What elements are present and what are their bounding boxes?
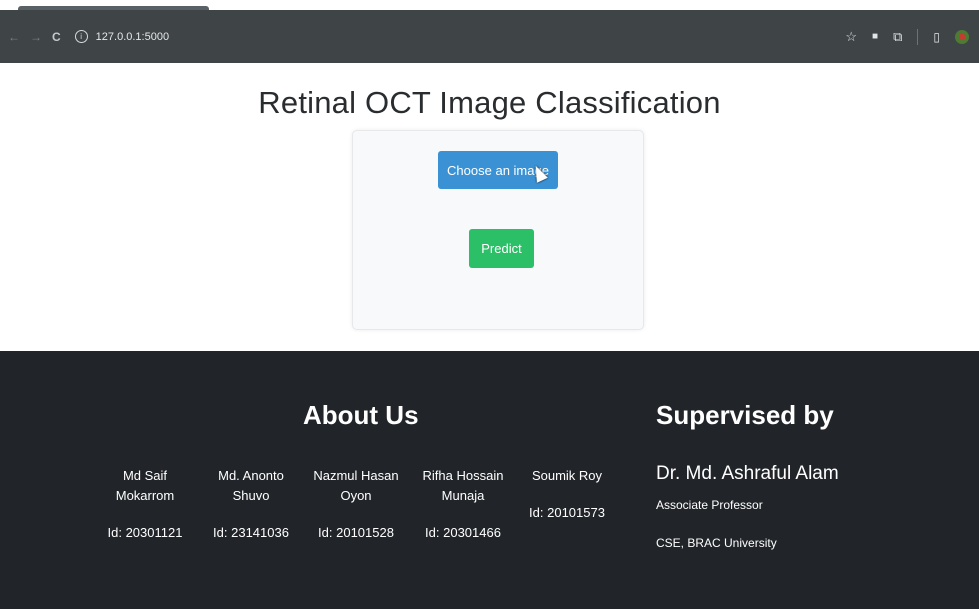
extension-icon[interactable]: ■ <box>872 31 878 42</box>
team-member: Soumik Roy Id: 20101573 <box>517 466 617 523</box>
member-id: Id: 23141036 <box>213 525 289 540</box>
nav-buttons: ← → C <box>8 30 71 44</box>
team-member: Rifha Hossain Munaja Id: 20301466 <box>413 466 513 543</box>
bookmark-star-icon[interactable]: ☆ <box>845 29 857 45</box>
member-name-line2: Shuvo <box>232 488 270 503</box>
about-us-heading: About Us <box>303 400 419 430</box>
team-member: Nazmul Hasan Oyon Id: 20101528 <box>306 466 406 543</box>
footer: About Us Supervised by Md Saif Mokarrom … <box>0 351 979 609</box>
address-text[interactable]: 127.0.0.1:5000 <box>96 31 169 43</box>
member-name-line2: Munaja <box>441 488 485 503</box>
upload-card: Choose an image Predict <box>352 130 644 330</box>
supervisor-name: Dr. Md. Ashraful Alam <box>656 463 839 484</box>
member-id: Id: 20301121 <box>107 525 183 540</box>
side-panel-icon[interactable]: ▯ <box>933 30 940 44</box>
reload-icon[interactable]: C <box>52 30 61 44</box>
puzzle-icon[interactable]: ⧉ <box>893 29 902 45</box>
toolbar-separator <box>917 28 919 45</box>
team-member: Md. Anonto Shuvo Id: 23141036 <box>201 466 301 543</box>
member-id: Id: 20101573 <box>529 505 605 520</box>
member-name-line1: Md. Anonto <box>218 468 284 483</box>
browser-toolbar: ← → C i 127.0.0.1:5000 ☆ ■ ⧉ ▯ <box>0 10 979 63</box>
supervised-by-heading: Supervised by <box>656 400 834 430</box>
address-bar[interactable]: i 127.0.0.1:5000 <box>74 30 169 43</box>
member-name-line1: Nazmul Hasan <box>313 468 399 483</box>
profile-avatar-icon[interactable] <box>955 29 969 44</box>
site-info-icon[interactable]: i <box>74 30 88 43</box>
member-name-line1: Rifha Hossain <box>422 468 504 483</box>
supervisor-department: CSE, BRAC University <box>656 536 777 550</box>
page-title: Retinal OCT Image Classification <box>258 85 721 120</box>
forward-icon[interactable]: → <box>30 30 42 44</box>
member-name-line2: Oyon <box>340 488 372 503</box>
back-icon[interactable]: ← <box>8 30 20 44</box>
predict-button[interactable]: Predict <box>469 229 534 268</box>
toolbar-right: ☆ ■ ⧉ ▯ <box>845 10 969 63</box>
member-name-line2: Mokarrom <box>115 488 175 503</box>
member-name-line1: Md Saif <box>122 468 168 483</box>
member-id: Id: 20101528 <box>318 525 394 540</box>
supervisor-position: Associate Professor <box>656 498 763 512</box>
member-name-line1: Soumik Roy <box>531 468 603 483</box>
member-id: Id: 20301466 <box>425 525 501 540</box>
team-member: Md Saif Mokarrom Id: 20301121 <box>95 466 195 543</box>
